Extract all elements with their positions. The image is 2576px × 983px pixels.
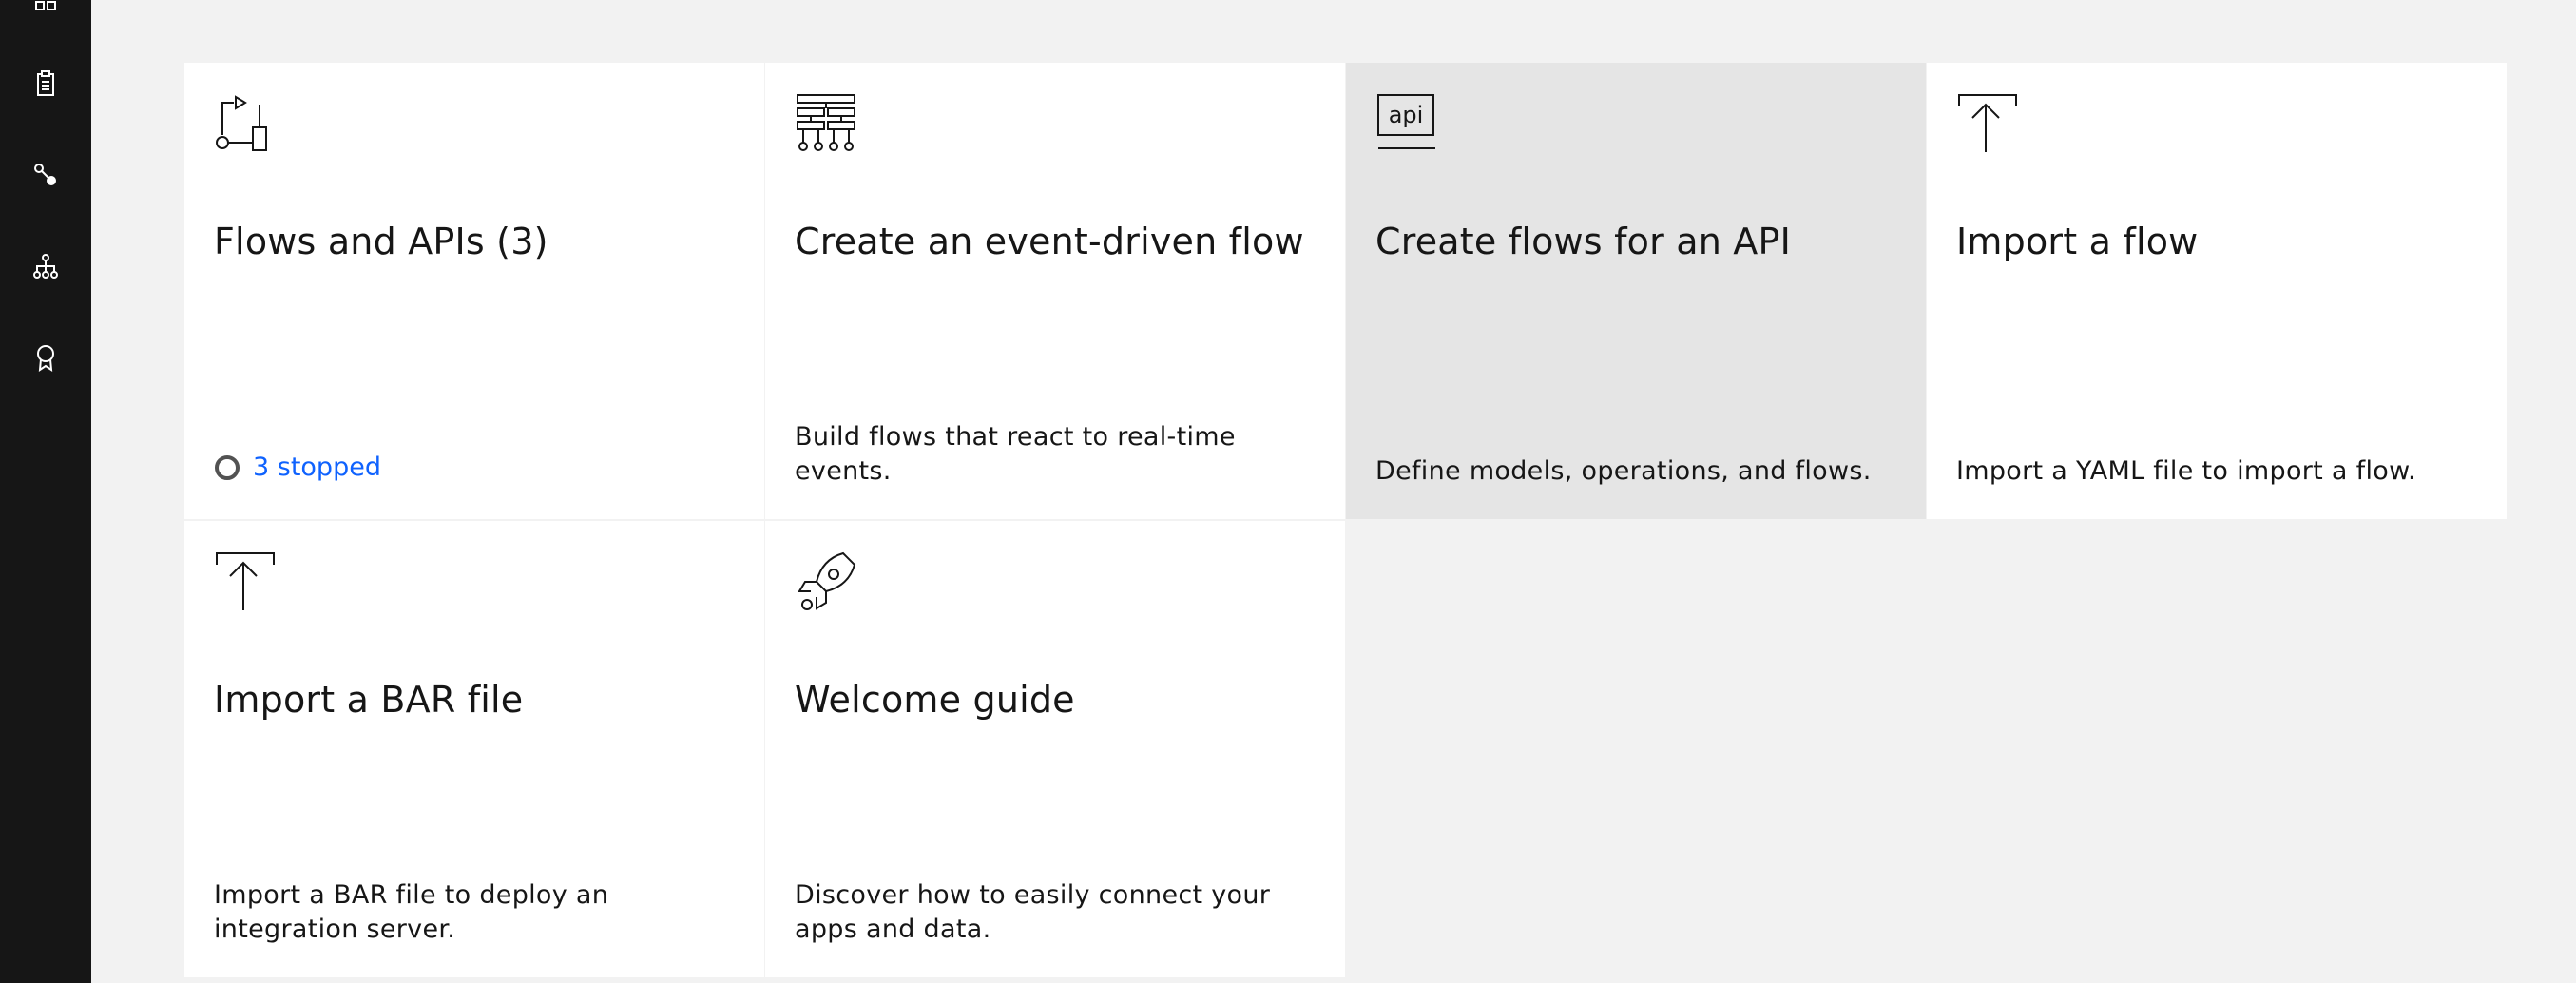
tile-title: Import a BAR file xyxy=(214,679,524,721)
stopped-flows-link[interactable]: 3 stopped xyxy=(253,451,381,485)
svg-text:api: api xyxy=(1389,102,1424,128)
tile-grid: Flows and APIs (3) 3 stopped Create an e… xyxy=(184,63,2508,979)
tile-title: Create flows for an API xyxy=(1375,221,1791,262)
flow-icon xyxy=(213,91,278,156)
side-navigation xyxy=(0,0,91,983)
tile-import-bar-file[interactable]: Import a BAR file Import a BAR file to d… xyxy=(184,521,764,977)
upload-icon xyxy=(213,549,278,614)
hierarchy-icon[interactable] xyxy=(27,247,65,285)
tile-title: Welcome guide xyxy=(795,679,1075,721)
tile-title: Flows and APIs (3) xyxy=(214,221,548,262)
clipboard-icon[interactable] xyxy=(27,65,65,103)
tile-create-event-driven-flow[interactable]: Create an event-driven flow Build flows … xyxy=(765,63,1345,519)
tile-title: Create an event-driven flow xyxy=(795,221,1304,262)
tile-description: Build flows that react to real-time even… xyxy=(795,422,1236,486)
stopped-status-icon xyxy=(215,455,240,480)
tile-welcome-guide[interactable]: Welcome guide Discover how to easily con… xyxy=(765,521,1345,977)
connection-icon[interactable] xyxy=(27,156,65,194)
dashboard-icon[interactable] xyxy=(27,0,65,19)
status-indicator: 3 stopped xyxy=(215,451,381,485)
tile-title: Import a flow xyxy=(1956,221,2199,262)
upload-icon xyxy=(1955,91,2020,156)
tile-import-flow[interactable]: Import a flow Import a YAML file to impo… xyxy=(1927,63,2507,519)
tile-description: Import a BAR file to deploy an integrati… xyxy=(214,880,609,944)
tile-create-flows-for-api[interactable]: api Create flows for an API Define model… xyxy=(1346,63,1926,519)
rocket-icon xyxy=(794,549,858,614)
tile-description: Discover how to easily connect your apps… xyxy=(795,880,1271,944)
badge-icon[interactable] xyxy=(27,338,65,376)
api-icon: api xyxy=(1375,91,1439,156)
tile-description: Import a YAML file to import a flow. xyxy=(1956,456,2416,486)
tile-description: Define models, operations, and flows. xyxy=(1375,456,1872,486)
event-flow-icon xyxy=(794,91,858,156)
tile-flows-and-apis[interactable]: Flows and APIs (3) 3 stopped xyxy=(184,63,764,519)
